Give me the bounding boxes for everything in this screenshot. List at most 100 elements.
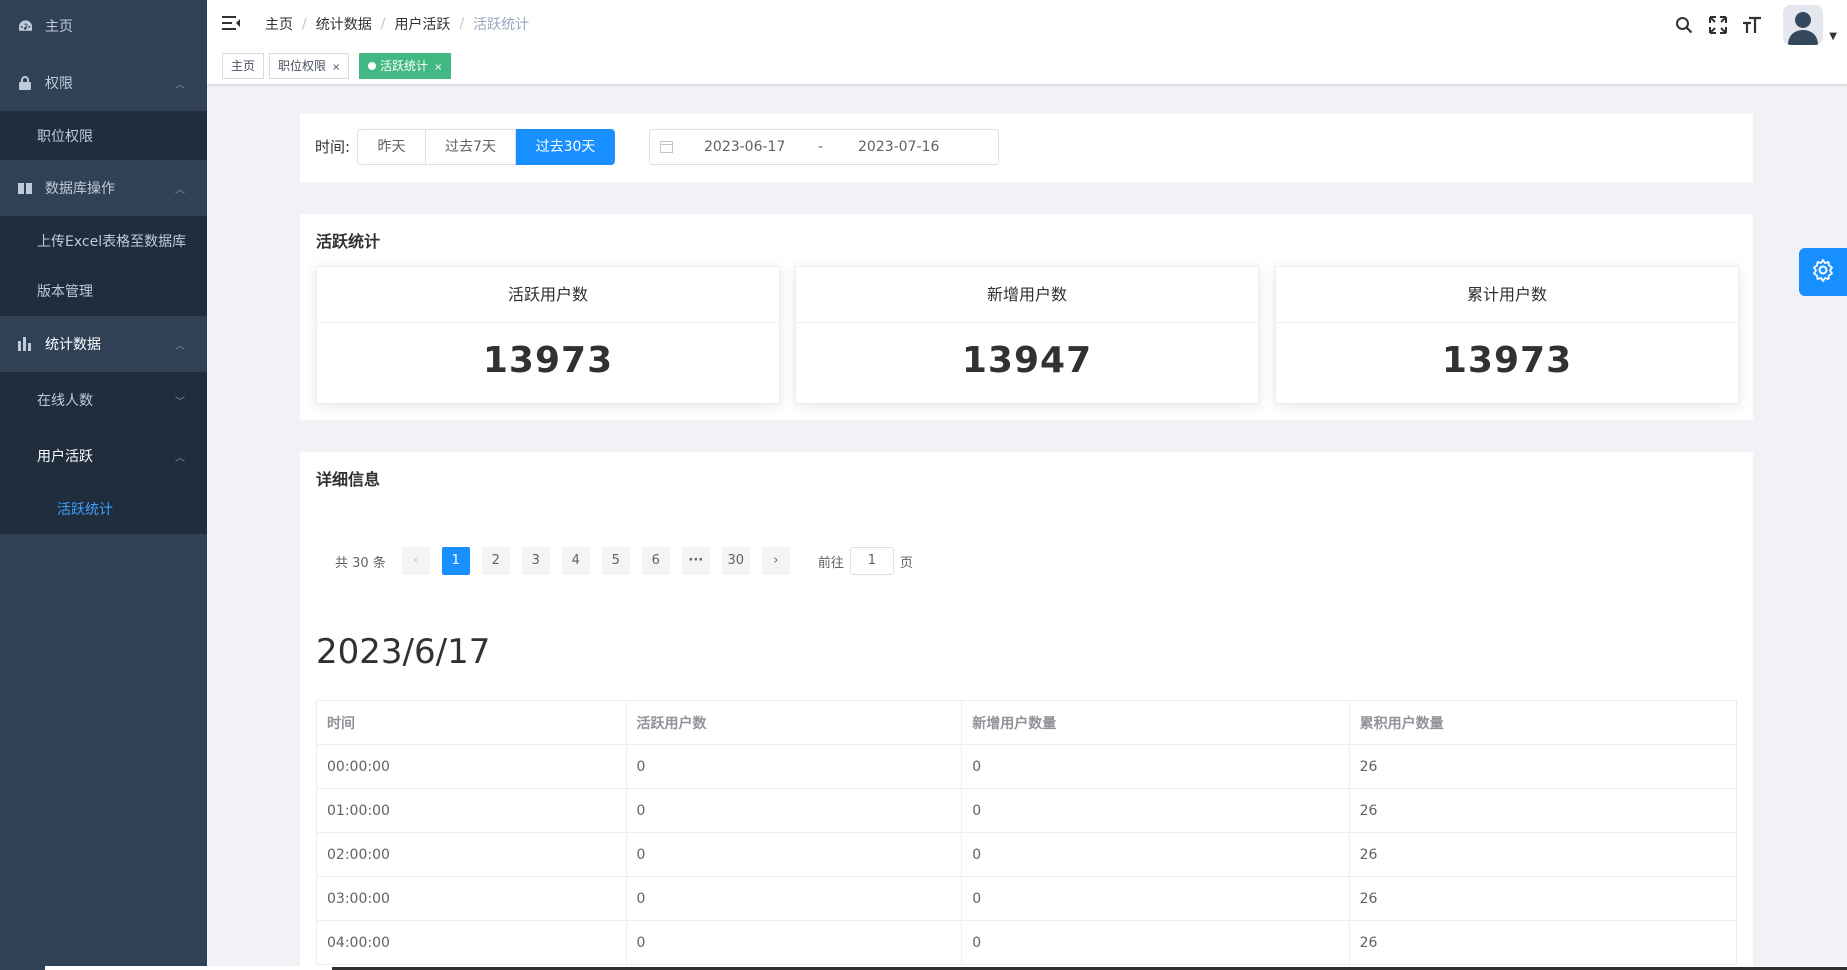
yesterday-button[interactable]: 昨天: [357, 129, 426, 165]
caret-down-icon[interactable]: ▼: [1829, 31, 1837, 42]
detail-title: 详细信息: [316, 470, 381, 489]
breadcrumb-item-statistics[interactable]: 统计数据: [316, 14, 372, 34]
sidebar-item-home[interactable]: 主页: [0, 0, 207, 52]
table-row: 04:00:00 0 0 26: [316, 920, 1738, 965]
tag-label: 活跃统计: [380, 59, 429, 73]
table-header-row: 时间 活跃用户数 新增用户数量 累积用户数量: [316, 700, 1738, 745]
stat-card-total-users: 累计用户数 13973: [1275, 266, 1739, 404]
table-cell: 0: [625, 788, 963, 833]
sidebar-item-label: 主页: [45, 19, 73, 35]
page-button[interactable]: 3: [521, 547, 550, 575]
page-button[interactable]: 4: [561, 547, 590, 575]
page-button[interactable]: 30: [721, 547, 750, 575]
table-cell: 0: [961, 920, 1350, 965]
column-header: 新增用户数量: [961, 700, 1350, 745]
table-cell: 26: [1348, 876, 1738, 921]
column-header: 累积用户数量: [1348, 700, 1738, 745]
stats-title: 活跃统计: [316, 232, 381, 251]
breadcrumb-item-current: 活跃统计: [473, 17, 530, 33]
sidebar-item-permissions[interactable]: 权限 ︿: [0, 55, 207, 111]
page-button[interactable]: 2: [481, 547, 510, 575]
table-cell: 0: [625, 876, 963, 921]
lock-icon: [17, 75, 33, 91]
more-pages-button[interactable]: ···: [681, 547, 710, 575]
stats-card: 活跃统计 活跃用户数 13973 新增用户数 13947 累计用户数 13973: [300, 214, 1753, 420]
tag-active-stats[interactable]: 活跃统计 ×: [359, 53, 452, 79]
detail-table: 时间 活跃用户数 新增用户数量 累积用户数量 00:00:00 0 0 26 0…: [316, 700, 1738, 965]
table-cell: 01:00:00: [316, 788, 627, 833]
settings-button[interactable]: [1799, 248, 1847, 296]
column-header: 时间: [316, 700, 627, 745]
sidebar-item-label: 活跃统计: [57, 502, 113, 518]
tag-job-permissions[interactable]: 职位权限 ×: [269, 53, 350, 79]
stat-label: 活跃用户数: [317, 267, 779, 323]
chevron-up-icon: ︿: [175, 79, 185, 91]
table-cell: 0: [961, 832, 1350, 877]
book-icon: [17, 180, 33, 196]
page-button[interactable]: 5: [601, 547, 630, 575]
breadcrumb-item-user-active[interactable]: 用户活跃: [394, 14, 450, 34]
goto-page-input[interactable]: 1: [849, 547, 894, 575]
sidebar-item-upload-excel[interactable]: 上传Excel表格至数据库: [0, 216, 207, 266]
avatar[interactable]: [1783, 5, 1824, 45]
navbar: 主页 / 统计数据 / 用户活跃 / 活跃统计 ▼: [207, 0, 1847, 50]
stat-label: 累计用户数: [1276, 267, 1738, 323]
table-cell: 0: [625, 832, 963, 877]
fullscreen-icon[interactable]: [1707, 14, 1729, 36]
next-page-button[interactable]: ›: [761, 547, 790, 575]
stat-value: 13973: [482, 340, 614, 381]
active-dot-icon: [368, 61, 376, 70]
sidebar: 主页 权限 ︿ 职位权限 数据库操作 ︿ 上传Excel表格至数据库 版本管理 …: [0, 0, 207, 970]
chevron-down-icon: ﹀: [175, 396, 185, 408]
last-30-days-button[interactable]: 过去30天: [516, 129, 615, 165]
sidebar-item-label: 统计数据: [45, 337, 101, 353]
sidebar-item-label: 数据库操作: [45, 181, 115, 197]
sidebar-item-version[interactable]: 版本管理: [0, 266, 207, 316]
dashboard-icon: [17, 18, 33, 34]
sidebar-item-label: 用户活跃: [37, 449, 93, 465]
breadcrumb-separator: /: [380, 16, 386, 32]
page-button[interactable]: 1: [441, 547, 470, 575]
column-header: 活跃用户数: [625, 700, 963, 745]
breadcrumb-separator: /: [302, 16, 307, 32]
sidebar-item-statistics[interactable]: 统计数据 ︿: [0, 316, 207, 372]
table-cell: 04:00:00: [316, 920, 627, 965]
range-start-input[interactable]: 2023-06-17: [704, 139, 785, 155]
chevron-up-icon: ︿: [175, 184, 185, 196]
range-separator: -: [818, 139, 824, 155]
sidebar-item-database[interactable]: 数据库操作 ︿: [0, 160, 207, 216]
prev-page-button[interactable]: ‹: [401, 547, 430, 575]
sidebar-item-label: 职位权限: [37, 128, 93, 145]
table-cell: 26: [1348, 788, 1738, 833]
table-cell: 26: [1348, 832, 1738, 877]
sidebar-item-label: 权限: [45, 76, 73, 92]
table-cell: 0: [625, 920, 963, 965]
date-range-picker[interactable]: 2023-06-17 - 2023-07-16: [649, 129, 999, 165]
filter-card: 时间: 昨天 过去7天 过去30天 2023-06-17 - 2023-07-1…: [300, 114, 1753, 182]
sidebar-item-user-active[interactable]: 用户活跃 ︿: [0, 428, 207, 484]
breadcrumb-item-home[interactable]: 主页: [265, 14, 293, 34]
table-cell: 00:00:00: [316, 744, 627, 789]
sidebar-item-job-permissions[interactable]: 职位权限: [0, 111, 207, 160]
font-size-icon[interactable]: [1741, 14, 1763, 36]
hamburger-icon[interactable]: [221, 13, 241, 33]
gear-icon: [1811, 258, 1835, 286]
page-button[interactable]: 6: [641, 547, 670, 575]
table-cell: 0: [961, 744, 1350, 789]
navbar-right: ▼: [1673, 0, 1847, 50]
table-cell: 02:00:00: [316, 832, 627, 877]
close-icon[interactable]: ×: [434, 62, 442, 73]
table-row: 03:00:00 0 0 26: [316, 876, 1738, 921]
close-icon[interactable]: ×: [332, 62, 340, 73]
range-end-input[interactable]: 2023-07-16: [858, 139, 939, 155]
search-icon[interactable]: [1673, 14, 1695, 36]
table-cell: 26: [1348, 744, 1738, 789]
tag-home[interactable]: 主页: [222, 53, 265, 79]
stat-card-active-users: 活跃用户数 13973: [316, 266, 780, 404]
sidebar-item-active-stats[interactable]: 活跃统计: [0, 484, 207, 534]
calendar-icon: [660, 140, 673, 157]
last-7-days-button[interactable]: 过去7天: [426, 129, 516, 165]
chevron-up-icon: ︿: [175, 452, 185, 464]
sidebar-item-online-users[interactable]: 在线人数 ﹀: [0, 372, 207, 428]
horizontal-scrollbar[interactable]: [45, 966, 1847, 970]
